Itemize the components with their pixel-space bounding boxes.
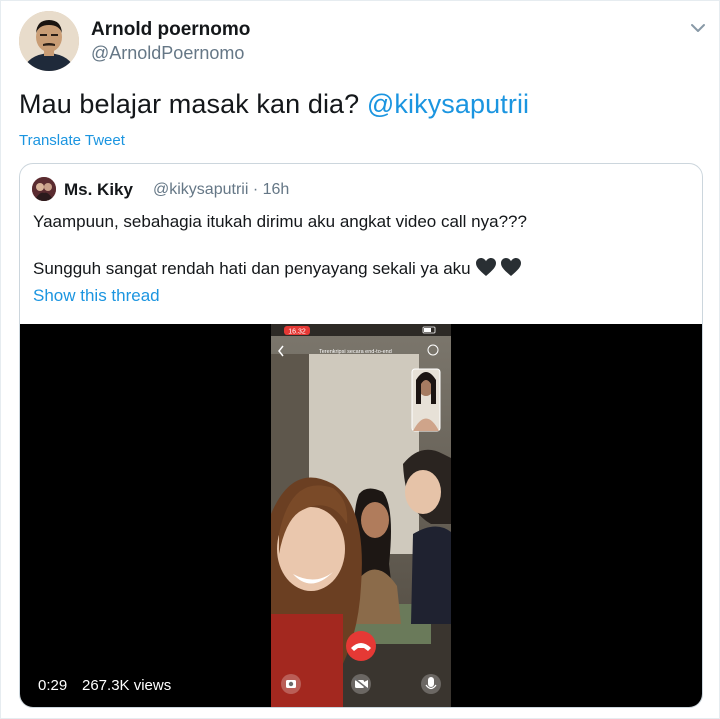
author-handle[interactable]: @ArnoldPoernomo [91, 43, 244, 64]
video-call-scene: 16.32 Terenkripsi secara end-to-end [271, 324, 451, 707]
tweet-body: Mau belajar masak kan dia? [19, 89, 367, 119]
video-duration: 0:29 [38, 677, 68, 694]
quoted-author-handle[interactable]: @kikysaputrii · 16h [153, 181, 289, 199]
tweet-header: Arnold poernomo @ArnoldPoernomo [19, 11, 709, 73]
video-frame: 16.32 Terenkripsi secara end-to-end [271, 324, 451, 707]
quoted-text-line-2-content: Sungguh sangat rendah hati dan penyayang… [33, 259, 471, 278]
video-views: 267.3K views [82, 677, 172, 694]
quoted-text-line-1: Yaampuun, sebahagia itukah dirimu aku an… [33, 212, 527, 231]
translate-tweet-link[interactable]: Translate Tweet [19, 132, 125, 149]
encryption-banner: Terenkripsi secara end-to-end [319, 349, 392, 355]
show-thread-link[interactable]: Show this thread [33, 286, 160, 306]
status-time: 16.32 [288, 329, 306, 336]
black-heart-icon [475, 257, 523, 282]
tweet-text: Mau belajar masak kan dia? @kikysaputrii [19, 89, 529, 120]
quoted-tweet[interactable]: Ms. Kiky @kikysaputrii · 16h Yaampuun, s… [19, 163, 703, 708]
quoted-author-name[interactable]: Ms. Kiky [64, 180, 133, 200]
chevron-down-icon[interactable] [687, 19, 709, 37]
tweet-card: Arnold poernomo @ArnoldPoernomo Mau bela… [0, 0, 720, 719]
quoted-text-line-2: Sungguh sangat rendah hati dan penyayang… [33, 257, 523, 282]
quoted-avatar[interactable] [32, 177, 56, 201]
mention-link[interactable]: @kikysaputrii [367, 89, 529, 119]
author-name[interactable]: Arnold poernomo [91, 19, 250, 41]
avatar[interactable] [19, 11, 79, 71]
video-player[interactable]: 16.32 Terenkripsi secara end-to-end 0:29… [20, 324, 702, 707]
